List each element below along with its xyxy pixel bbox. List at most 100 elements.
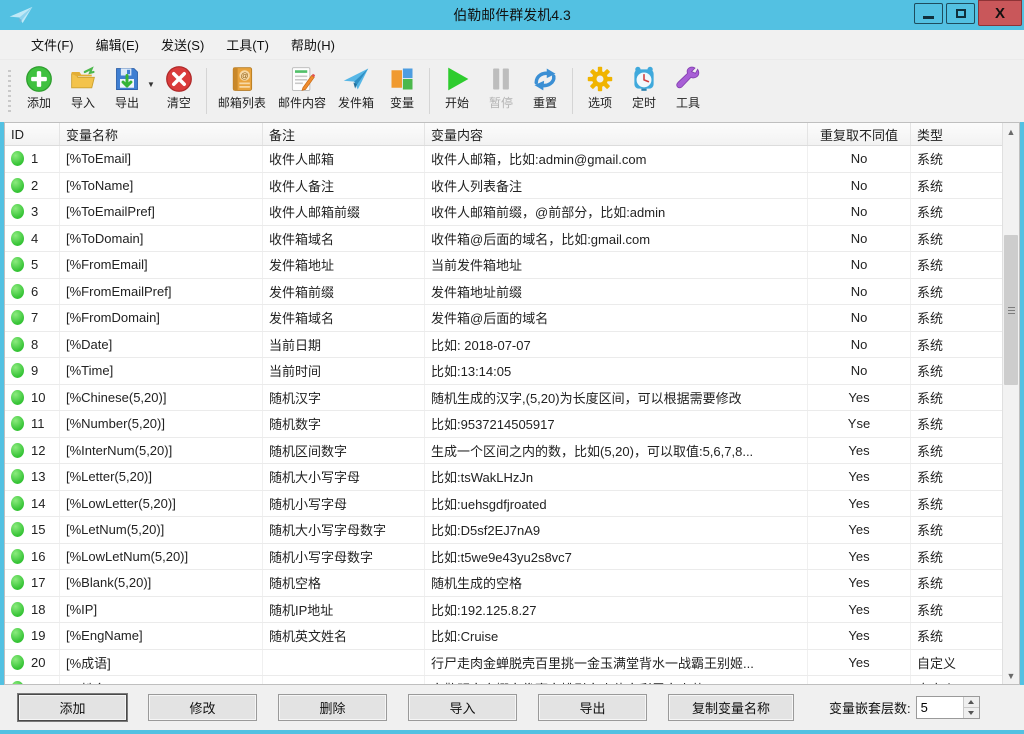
cell-repeat: Yes <box>808 464 911 490</box>
footer-add-button[interactable]: 添加 <box>18 694 127 721</box>
cell-name: [%IP] <box>60 597 263 623</box>
footer-modify-button[interactable]: 修改 <box>148 694 257 721</box>
options-button[interactable]: 选项 <box>578 62 622 120</box>
table-row[interactable]: 5[%FromEmail]发件箱地址当前发件箱地址No系统 <box>5 252 1002 279</box>
cell-note: 随机数字 <box>263 411 425 437</box>
table-row[interactable]: 18[%IP]随机IP地址比如:192.125.8.27Yes系统 <box>5 597 1002 624</box>
header-content[interactable]: 变量内容 <box>425 123 808 145</box>
table-row[interactable]: 21[%姓名]白敬明白宫娜白俊豪白姚引白小伟白彩霞白小菊Yes自定义 <box>5 676 1002 684</box>
menu-send[interactable]: 发送(S) <box>150 30 215 59</box>
table-row[interactable]: 15[%LetNum(5,20)]随机大小写字母数字比如:D5sf2EJ7nA9… <box>5 517 1002 544</box>
footer-copy-name-button[interactable]: 复制变量名称 <box>668 694 794 721</box>
cell-content: 随机生成的空格 <box>425 570 808 596</box>
toolbar-grip[interactable] <box>6 70 13 112</box>
cell-id: 1 <box>5 146 60 172</box>
cell-content: 当前发件箱地址 <box>425 252 808 278</box>
table-row[interactable]: 11[%Number(5,20)]随机数字比如:9537214505917Yse… <box>5 411 1002 438</box>
cell-repeat: Yes <box>808 491 911 517</box>
timer-button[interactable]: 定时 <box>622 62 666 120</box>
footer-export-button[interactable]: 导出 <box>538 694 647 721</box>
minimize-button[interactable] <box>914 3 943 24</box>
add-icon <box>25 65 53 93</box>
sender-button[interactable]: 发件箱 <box>332 62 380 120</box>
table-row[interactable]: 16[%LowLetNum(5,20)]随机小写字母数字比如:t5we9e43y… <box>5 544 1002 571</box>
table-row[interactable]: 20[%成语]行尸走肉金蝉脱壳百里挑一金玉满堂背水一战霸王别姬...Yes自定义 <box>5 650 1002 677</box>
scroll-down-icon[interactable]: ▼ <box>1003 667 1019 684</box>
spinner-down-icon[interactable] <box>964 708 979 718</box>
spinner-up-icon[interactable] <box>964 697 979 708</box>
clear-button[interactable]: 清空 <box>157 62 201 120</box>
cell-note: 随机IP地址 <box>263 597 425 623</box>
cell-id: 11 <box>5 411 60 437</box>
start-button[interactable]: 开始 <box>435 62 479 120</box>
header-repeat[interactable]: 重复取不同值 <box>808 123 911 145</box>
cell-name: [%姓名] <box>60 676 263 684</box>
mail-content-button[interactable]: 邮件内容 <box>272 62 332 120</box>
menu-edit[interactable]: 编辑(E) <box>85 30 150 59</box>
menu-file[interactable]: 文件(F) <box>20 30 85 59</box>
table-row[interactable]: 12[%InterNum(5,20)]随机区间数字生成一个区间之内的数，比如(5… <box>5 438 1002 465</box>
cell-name: [%ToEmailPref] <box>60 199 263 225</box>
status-dot-icon <box>11 204 24 219</box>
table-row[interactable]: 10[%Chinese(5,20)]随机汉字随机生成的汉字,(5,20)为长度区… <box>5 385 1002 412</box>
table-row[interactable]: 2[%ToName]收件人备注收件人列表备注No系统 <box>5 173 1002 200</box>
scrollbar-track[interactable] <box>1003 140 1019 667</box>
tools-button[interactable]: 工具 <box>666 62 710 120</box>
table-row[interactable]: 17[%Blank(5,20)]随机空格随机生成的空格Yes系统 <box>5 570 1002 597</box>
table-row[interactable]: 1[%ToEmail]收件人邮箱收件人邮箱，比如:admin@gmail.com… <box>5 146 1002 173</box>
header-name[interactable]: 变量名称 <box>60 123 263 145</box>
table-row[interactable]: 3[%ToEmailPref]收件人邮箱前缀收件人邮箱前缀，@前部分，比如:ad… <box>5 199 1002 226</box>
variable-icon <box>388 65 416 93</box>
footer-delete-button[interactable]: 删除 <box>278 694 387 721</box>
status-dot-icon <box>11 655 24 670</box>
cell-note: 收件人备注 <box>263 173 425 199</box>
menu-tools[interactable]: 工具(T) <box>215 30 280 59</box>
status-dot-icon <box>11 602 24 617</box>
table-row[interactable]: 6[%FromEmailPref]发件箱前缀发件箱地址前缀No系统 <box>5 279 1002 306</box>
header-id[interactable]: ID <box>5 123 60 145</box>
scrollbar-thumb[interactable] <box>1004 235 1018 385</box>
header-type[interactable]: 类型 <box>911 123 1002 145</box>
close-button[interactable]: X <box>978 0 1022 26</box>
cell-type: 自定义 <box>911 650 1002 676</box>
cell-note: 发件箱地址 <box>263 252 425 278</box>
mailbox-list-button[interactable]: @ 邮箱列表 <box>212 62 272 120</box>
table-row[interactable]: 7[%FromDomain]发件箱域名发件箱@后面的域名No系统 <box>5 305 1002 332</box>
maximize-button[interactable] <box>946 3 975 24</box>
add-button[interactable]: 添加 <box>17 62 61 120</box>
export-dropdown-caret-icon[interactable]: ▼ <box>147 80 155 89</box>
reset-button[interactable]: 重置 <box>523 62 567 120</box>
import-button[interactable]: 导入 <box>61 62 105 120</box>
cell-name: [%Blank(5,20)] <box>60 570 263 596</box>
cell-repeat: No <box>808 252 911 278</box>
table-row[interactable]: 4[%ToDomain]收件箱域名收件箱@后面的域名，比如:gmail.comN… <box>5 226 1002 253</box>
cell-type: 系统 <box>911 146 1002 172</box>
import-label: 导入 <box>71 94 95 111</box>
cell-type: 系统 <box>911 438 1002 464</box>
export-button[interactable]: 导出 <box>105 62 149 120</box>
table-row[interactable]: 8[%Date]当前日期比如: 2018-07-07No系统 <box>5 332 1002 359</box>
cell-repeat: Yes <box>808 438 911 464</box>
cell-name: [%FromDomain] <box>60 305 263 331</box>
pause-button[interactable]: 暂停 <box>479 62 523 120</box>
status-dot-icon <box>11 549 24 564</box>
cell-note: 随机空格 <box>263 570 425 596</box>
nest-depth-input[interactable] <box>917 697 963 718</box>
start-label: 开始 <box>445 94 469 111</box>
cell-id: 16 <box>5 544 60 570</box>
table-row[interactable]: 14[%LowLetter(5,20)]随机小写字母比如:uehsgdfjroa… <box>5 491 1002 518</box>
scroll-up-icon[interactable]: ▲ <box>1003 123 1019 140</box>
variable-button[interactable]: 变量 <box>380 62 424 120</box>
window-controls: X <box>914 0 1024 30</box>
menu-help[interactable]: 帮助(H) <box>280 30 346 59</box>
cell-id: 7 <box>5 305 60 331</box>
table-row[interactable]: 13[%Letter(5,20)]随机大小写字母比如:tsWakLHzJnYes… <box>5 464 1002 491</box>
header-note[interactable]: 备注 <box>263 123 425 145</box>
status-dot-icon <box>11 416 24 431</box>
table-row[interactable]: 9[%Time]当前时间比如:13:14:05No系统 <box>5 358 1002 385</box>
cell-content: 比如:13:14:05 <box>425 358 808 384</box>
footer-import-button[interactable]: 导入 <box>408 694 517 721</box>
vertical-scrollbar[interactable]: ▲ ▼ <box>1002 123 1019 684</box>
cell-type: 系统 <box>911 199 1002 225</box>
table-row[interactable]: 19[%EngName]随机英文姓名比如:CruiseYes系统 <box>5 623 1002 650</box>
